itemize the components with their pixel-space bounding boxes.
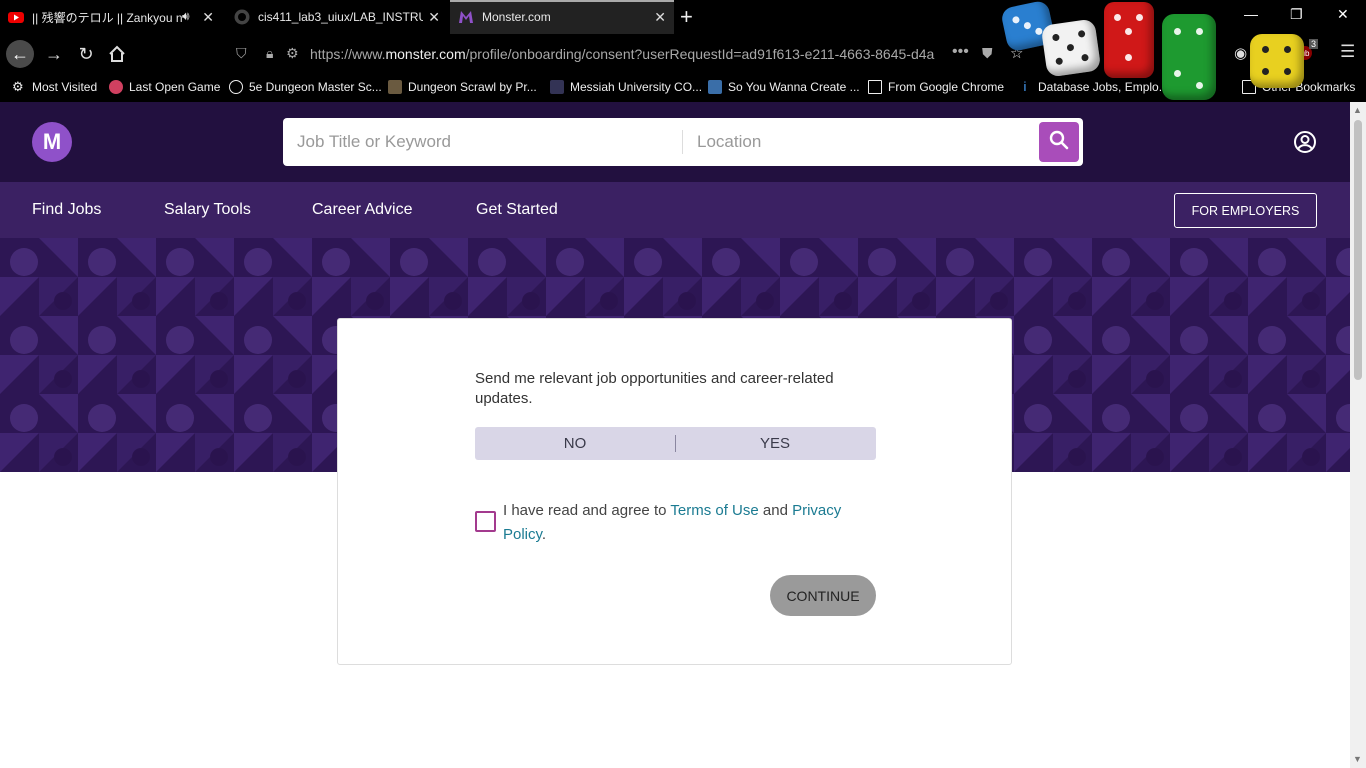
bookmark-label: From Google Chrome — [888, 80, 1005, 94]
consent-question: Send me relevant job opportunities and c… — [475, 370, 834, 407]
consent-modal: Send me relevant job opportunities and c… — [337, 318, 1012, 665]
tab-title: Monster.com — [482, 10, 551, 24]
close-tab-icon[interactable]: ✕ — [202, 9, 214, 26]
page-viewport: M Find Jobs Salary Tools Career Advice G… — [0, 102, 1350, 768]
nav-find-jobs[interactable]: Find Jobs — [32, 201, 101, 219]
nav-career-advice[interactable]: Career Advice — [312, 201, 413, 219]
close-tab-icon[interactable]: ✕ — [428, 9, 440, 26]
bookmark-item[interactable]: Dungeon Scrawl by Pr... — [388, 80, 537, 94]
bookmark-item[interactable]: Messiah University CO... — [550, 80, 702, 94]
nav-get-started[interactable]: Get Started — [476, 201, 558, 219]
scroll-up-icon[interactable]: ▲ — [1353, 105, 1362, 115]
green-die-icon — [1162, 14, 1216, 100]
search-button[interactable] — [1039, 122, 1079, 162]
search-divider — [682, 130, 683, 154]
url-bar[interactable]: ⛉ 🔒︎ ⚙︎ https://www.monster.com/profile/… — [228, 39, 1008, 69]
bookmark-label: Last Open Game — [129, 80, 221, 94]
university-icon — [550, 80, 564, 94]
url-text[interactable]: https://www.monster.com/profile/onboardi… — [310, 46, 940, 62]
terms-of-use-link[interactable]: Terms of Use — [670, 502, 758, 519]
period-text: . — [541, 526, 547, 543]
bookmark-item[interactable]: 5e Dungeon Master Sc... — [229, 80, 382, 94]
pocket-icon[interactable]: ⛊ — [982, 45, 993, 62]
scroll-thumb[interactable] — [1354, 120, 1362, 380]
opt-in-toggle: NO YES — [475, 427, 876, 460]
bookmark-item[interactable]: ⚙ Most Visited — [12, 79, 98, 95]
close-tab-icon[interactable]: ✕ — [654, 9, 666, 26]
bookmark-label: Messiah University CO... — [570, 80, 703, 94]
bookmark-item[interactable]: So You Wanna Create ... — [708, 80, 860, 94]
bookmark-label: Dungeon Scrawl by Pr... — [408, 80, 537, 94]
monster-icon — [458, 9, 474, 25]
github-icon — [234, 9, 250, 25]
and-text: and — [758, 502, 793, 519]
url-prefix: https://www. — [310, 46, 386, 62]
bookmark-label: Most Visited — [32, 80, 98, 94]
gear-icon: ⚙ — [12, 79, 24, 94]
url-domain: monster.com — [385, 46, 466, 62]
keyword-input[interactable] — [297, 132, 677, 152]
home-icon[interactable] — [103, 40, 131, 68]
reload-icon[interactable]: ↻ — [72, 40, 100, 68]
yes-option[interactable]: YES — [675, 427, 875, 460]
red-die-icon — [1104, 2, 1154, 78]
restore-icon[interactable]: ❐ — [1290, 6, 1303, 23]
site-header: M — [0, 102, 1350, 182]
tracking-shield-icon[interactable]: ⛉ — [236, 45, 247, 62]
tab-title: || 残響のテロル || Zankyou n — [32, 10, 183, 25]
bookmark-item[interactable]: i Database Jobs, Emplo... — [1018, 79, 1169, 95]
bookmark-label: 5e Dungeon Master Sc... — [249, 80, 382, 94]
terms-checkbox[interactable] — [475, 511, 496, 532]
account-icon[interactable]: ◉ — [1234, 44, 1247, 62]
image-icon — [708, 80, 722, 94]
back-icon[interactable]: ← — [6, 40, 34, 68]
continue-button[interactable]: CONTINUE — [770, 575, 876, 616]
location-input[interactable] — [697, 132, 1027, 152]
tab-title: cis411_lab3_uiux/LAB_INSTRUC — [258, 10, 423, 24]
logo-letter: M — [42, 129, 62, 154]
terms-agreement: I have read and agree to Terms of Use an… — [503, 499, 883, 547]
folder-icon — [868, 80, 882, 94]
map-icon — [388, 80, 402, 94]
tab-youtube[interactable]: || 残響のテロル || Zankyou n 🔊︎ ✕ — [0, 0, 222, 34]
speaker-icon[interactable]: 🔊︎ — [182, 9, 190, 24]
bookmark-item[interactable]: From Google Chrome — [868, 80, 1004, 94]
game-icon — [109, 80, 123, 94]
search-icon — [1049, 130, 1069, 155]
search-bar — [283, 118, 1083, 166]
info-icon: i — [1023, 79, 1027, 94]
scroll-down-icon[interactable]: ▼ — [1353, 754, 1362, 764]
youtube-icon — [8, 9, 24, 25]
bookmark-label: Database Jobs, Emplo... — [1038, 80, 1169, 94]
menu-icon[interactable]: ☰ — [1340, 42, 1355, 62]
forward-icon[interactable]: → — [40, 40, 68, 68]
page-scrollbar[interactable]: ▲ ▼ — [1350, 102, 1366, 768]
new-tab-icon[interactable]: + — [680, 4, 693, 30]
monster-logo[interactable]: M — [32, 122, 72, 162]
white-die-icon — [1040, 18, 1102, 78]
close-window-icon[interactable]: ✕ — [1337, 6, 1349, 23]
bookmark-label: So You Wanna Create ... — [728, 80, 860, 94]
nav-salary-tools[interactable]: Salary Tools — [164, 201, 251, 219]
agree-text: I have read and agree to — [503, 502, 671, 519]
for-employers-button[interactable]: FOR EMPLOYERS — [1174, 193, 1317, 228]
ublock-badge: 3 — [1309, 39, 1319, 49]
tab-monster[interactable]: Monster.com ✕ — [450, 0, 674, 34]
minimize-icon[interactable]: — — [1244, 6, 1258, 22]
lock-icon[interactable]: 🔒︎ — [266, 45, 273, 62]
yellow-die-icon — [1250, 34, 1304, 88]
no-option[interactable]: NO — [475, 427, 675, 460]
tab-github[interactable]: cis411_lab3_uiux/LAB_INSTRUC ✕ — [226, 0, 448, 34]
page-actions-icon[interactable]: ••• — [952, 43, 969, 61]
permissions-icon[interactable]: ⚙︎ — [286, 45, 299, 62]
url-path: /profile/onboarding/consent?userRequestI… — [465, 46, 935, 62]
user-account-icon[interactable] — [1293, 130, 1317, 154]
globe-icon — [229, 80, 243, 94]
bookmark-item[interactable]: Last Open Game — [109, 80, 220, 94]
main-nav: Find Jobs Salary Tools Career Advice Get… — [0, 182, 1350, 238]
